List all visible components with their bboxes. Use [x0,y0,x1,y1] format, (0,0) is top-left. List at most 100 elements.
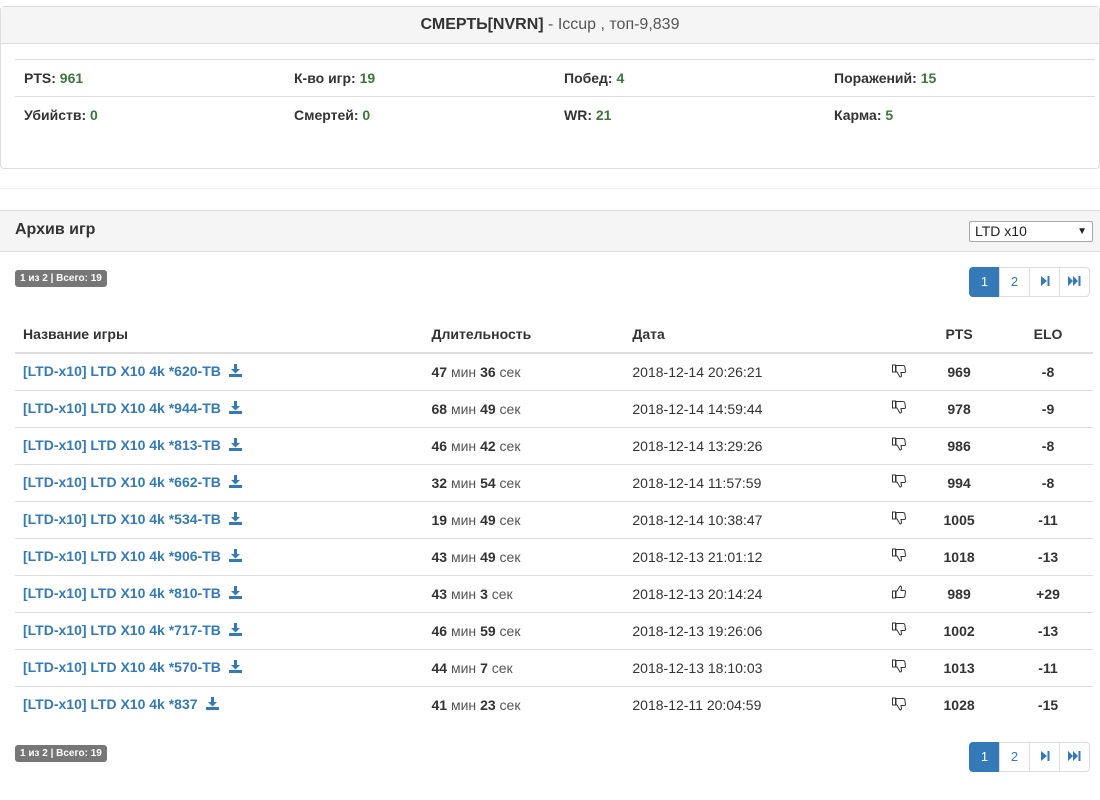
download-icon[interactable] [228,549,242,565]
stat-losses: Поражений: 15 [825,59,1095,97]
thumbs-down-icon [892,400,907,417]
game-link[interactable]: [LTD-x10] LTD X10 4k *570-TB [23,659,221,675]
table-row: [LTD-x10] LTD X10 4k *837 41 мин 23 сек 20… [15,685,1093,723]
game-link[interactable]: [LTD-x10] LTD X10 4k *620-TB [23,363,221,379]
duration-seconds: 42 [480,437,496,454]
game-link[interactable]: [LTD-x10] LTD X10 4k *944-TB [23,400,221,416]
date-cell: 2018-12-11 20:04:59 [624,685,885,723]
game-link[interactable]: [LTD-x10] LTD X10 4k *837 [23,696,198,712]
next-page-button[interactable] [1029,267,1060,297]
page-1-button[interactable]: 1 [969,267,1000,297]
elo-cell: -8 [1003,426,1093,464]
result-cell [884,426,916,464]
sec-label: сек [491,659,513,676]
duration-minutes: 46 [431,622,448,639]
pts-cell: 978 [915,389,1004,427]
download-icon[interactable] [228,512,242,528]
duration-seconds: 36 [480,363,496,380]
download-icon[interactable] [228,475,242,491]
thumbs-down-icon [892,697,907,714]
archive-heading: Архив игр LTD x10 ▼ [0,210,1100,252]
col-header-date: Дата [624,316,885,354]
game-name-cell: [LTD-x10] LTD X10 4k *944-TB [15,389,424,427]
min-label: мин [450,585,477,602]
stat-karma: Карма: 5 [825,96,1095,134]
download-icon[interactable] [205,697,219,713]
duration-seconds: 49 [480,548,496,565]
divider [0,188,1100,189]
duration-cell: 44 мин 7 сек [423,648,625,686]
date-cell: 2018-12-14 10:38:47 [624,500,885,538]
game-name-cell: [LTD-x10] LTD X10 4k *813-TB [15,426,424,464]
game-name-cell: [LTD-x10] LTD X10 4k *662-TB [15,463,424,501]
sec-label: сек [499,400,521,417]
sec-label: сек [499,696,521,713]
download-icon[interactable] [228,438,242,454]
game-link[interactable]: [LTD-x10] LTD X10 4k *662-TB [23,474,221,490]
game-link[interactable]: [LTD-x10] LTD X10 4k *813-TB [23,437,221,453]
min-label: мин [450,363,477,380]
duration-seconds: 49 [480,400,496,417]
table-header-row: Название игры Длительность Дата PTS ELO [15,316,1093,354]
stat-deaths: Смертей: 0 [285,96,555,134]
result-cell [884,685,916,723]
pts-cell: 986 [915,426,1004,464]
thumbs-down-icon [892,364,907,381]
result-cell [884,537,916,575]
archive-title: Архив игр [15,221,96,238]
min-label: мин [450,548,477,565]
result-cell [884,648,916,686]
duration-cell: 46 мин 42 сек [423,426,625,464]
pts-cell: 1002 [915,611,1004,649]
game-link[interactable]: [LTD-x10] LTD X10 4k *534-TB [23,511,221,527]
col-header-result [884,316,916,354]
min-label: мин [450,511,477,528]
game-name-cell: [LTD-x10] LTD X10 4k *810-TB [15,574,424,612]
profile-panel: СМЕРТЬ[NVRN] - Iccup , топ-9,839 PTS: 96… [0,6,1100,169]
elo-cell: -11 [1003,500,1093,538]
thumbs-down-icon [892,511,907,528]
date-cell: 2018-12-13 20:14:24 [624,574,885,612]
game-name-cell: [LTD-x10] LTD X10 4k *570-TB [15,648,424,686]
next-page-button[interactable] [1029,742,1060,772]
thumbs-down-icon [892,437,907,454]
game-link[interactable]: [LTD-x10] LTD X10 4k *906-TB [23,548,221,564]
duration-seconds: 23 [480,696,496,713]
download-icon[interactable] [228,364,242,380]
duration-cell: 19 мин 49 сек [423,500,625,538]
mode-select[interactable]: LTD x10 ▼ [969,221,1093,242]
games-body: [LTD-x10] LTD X10 4k *620-TB 47 мин 36 се… [15,353,1093,723]
stats-table: PTS: 961 К-во игр: 19 Побед: 4 Поражений… [15,59,1095,134]
game-link[interactable]: [LTD-x10] LTD X10 4k *717-TB [23,622,221,638]
elo-cell: -9 [1003,389,1093,427]
download-icon[interactable] [228,660,242,676]
duration-cell: 47 мин 36 сек [424,353,625,390]
duration-minutes: 43 [431,585,448,602]
duration-cell: 41 мин 23 сек [423,685,625,723]
col-header-elo: ELO [1003,316,1093,354]
fast-forward-icon [1067,751,1080,761]
game-link[interactable]: [LTD-x10] LTD X10 4k *810-TB [23,585,221,601]
last-page-button[interactable] [1059,267,1090,297]
sec-label: сек [499,548,521,565]
table-row: [LTD-x10] LTD X10 4k *570-TB 44 мин 7 сек… [15,648,1093,686]
page-1-button[interactable]: 1 [969,742,1000,772]
pts-cell: 969 [947,363,971,380]
page-2-button[interactable]: 2 [999,742,1030,772]
date-cell: 2018-12-14 13:29:26 [624,426,885,464]
game-name-cell: [LTD-x10] LTD X10 4k *906-TB [15,537,424,575]
step-forward-icon [1040,276,1049,286]
pagination-bottom: 1 2 [969,742,1090,772]
min-label: мин [450,659,477,676]
date-cell: 2018-12-13 19:26:06 [624,611,885,649]
min-label: мин [450,622,477,639]
download-icon[interactable] [228,623,242,639]
table-row: [LTD-x10] LTD X10 4k *662-TB 32 мин 54 се… [15,463,1093,501]
last-page-button[interactable] [1059,742,1090,772]
duration-cell: 32 мин 54 сек [423,463,625,501]
duration-minutes: 47 [431,363,448,380]
result-cell [884,500,916,538]
download-icon[interactable] [228,586,242,602]
page-2-button[interactable]: 2 [999,267,1030,297]
download-icon[interactable] [228,401,242,417]
